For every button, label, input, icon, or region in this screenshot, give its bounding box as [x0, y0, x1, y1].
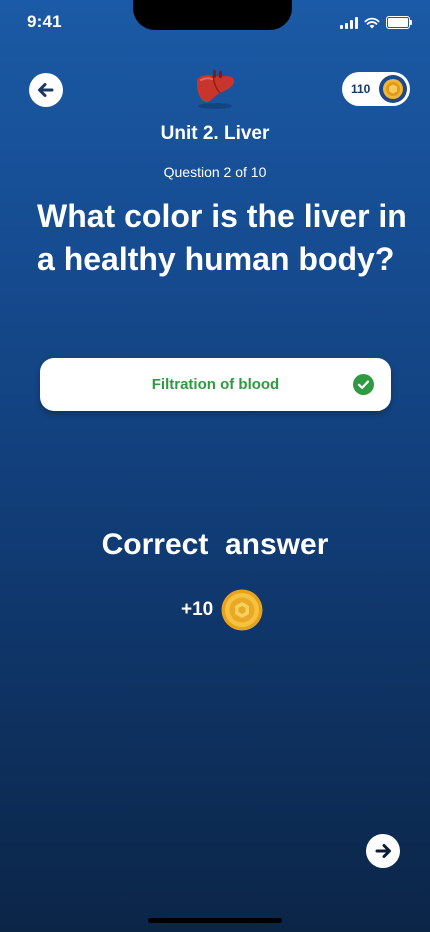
device-notch: [133, 0, 292, 30]
status-icons: [340, 16, 412, 29]
question-progress: Question 2 of 10: [163, 164, 267, 180]
quiz-screen: 9:41 110 Unit 2. Liver Question 2 of 10 …: [0, 0, 430, 932]
question-text: What color is the liver in a healthy hum…: [37, 198, 407, 277]
battery-icon: [386, 16, 412, 29]
arrow-left-icon: [38, 83, 54, 97]
check-circle-icon: [353, 374, 374, 395]
wifi-icon: [364, 17, 380, 28]
reward-amount: +10: [181, 599, 214, 620]
reward: +10: [181, 589, 263, 631]
coin-count: 110: [351, 82, 371, 96]
answer-label: Filtration of blood: [151, 376, 280, 393]
coin-icon: [379, 75, 407, 103]
arrow-right-icon: [375, 844, 391, 858]
coin-icon: [221, 589, 263, 631]
back-button[interactable]: [29, 73, 63, 107]
status-time: 9:41: [27, 12, 62, 31]
answer-option[interactable]: Filtration of blood: [40, 358, 391, 411]
liver-icon: [197, 70, 235, 109]
coin-balance[interactable]: 110: [342, 72, 410, 106]
result-title: Correct answer: [101, 528, 329, 561]
home-indicator: [148, 918, 282, 923]
next-button[interactable]: [366, 834, 400, 868]
unit-title: Unit 2. Liver: [160, 123, 270, 144]
signal-icon: [340, 16, 358, 29]
